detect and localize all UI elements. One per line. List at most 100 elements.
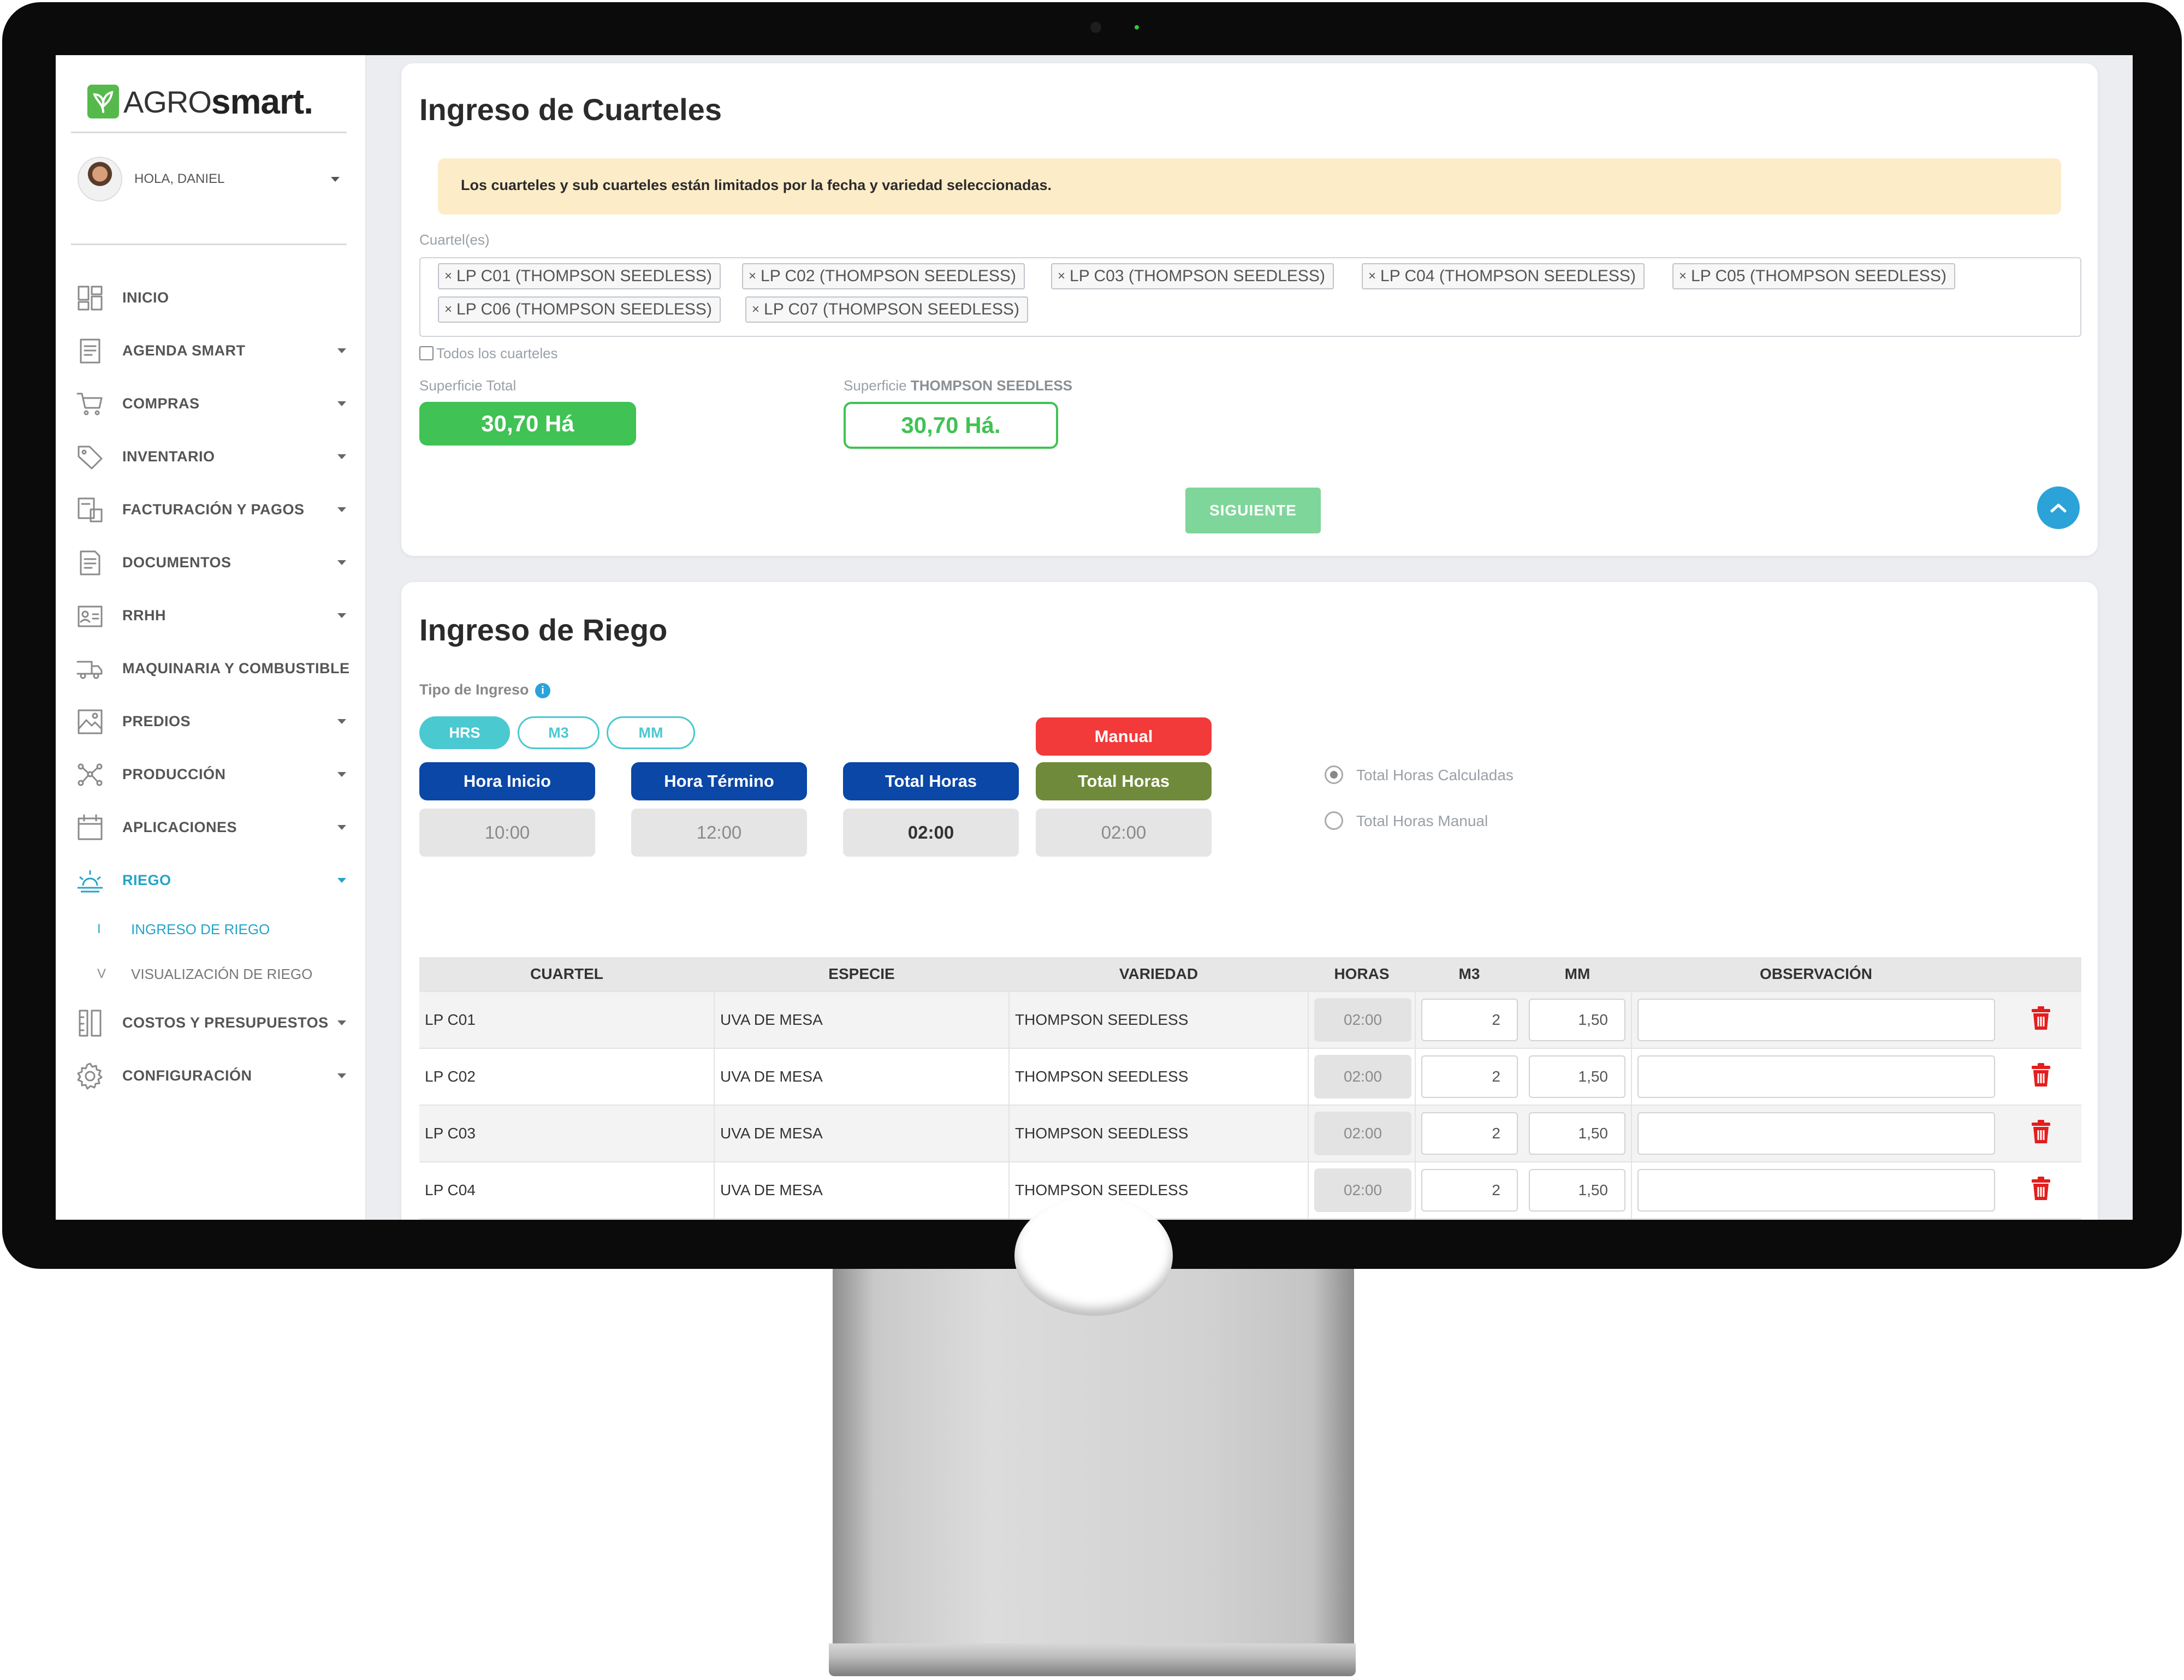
- sidebar-item-compras[interactable]: COMPRAS: [71, 377, 355, 430]
- cell-m3-wrap: 2: [1415, 1105, 1523, 1162]
- m3-input[interactable]: 2: [1421, 1169, 1518, 1212]
- sidebar-item-label: APLICACIONES: [122, 819, 238, 835]
- close-icon[interactable]: ×: [444, 269, 452, 284]
- logo-text-smart: smart.: [211, 82, 313, 121]
- cuartel-tag[interactable]: × LP C02 (THOMPSON SEEDLESS): [742, 263, 1025, 289]
- agrosmart-logo[interactable]: AGRO smart.: [87, 77, 313, 126]
- sidebar-item-facturacion-y-pagos[interactable]: FACTURACIÓN Y PAGOS: [71, 483, 355, 536]
- radio-horas-manual-label: Total Horas Manual: [1356, 812, 1488, 829]
- superficie-variedad-label: Superficie THOMPSON SEEDLESS: [844, 377, 1072, 394]
- cuarteles-title: Ingreso de Cuarteles: [419, 92, 722, 127]
- hora-inicio-input[interactable]: 10:00: [419, 809, 595, 857]
- cell-m3-wrap: 2: [1415, 1218, 1523, 1220]
- info-alert: Los cuarteles y sub cuarteles están limi…: [438, 158, 2061, 215]
- siguiente-button[interactable]: SIGUIENTE: [1185, 488, 1321, 533]
- tipo-m3-button[interactable]: M3: [518, 716, 600, 749]
- tipo-mm-button[interactable]: MM: [607, 716, 695, 749]
- chevron-down-icon: [337, 348, 346, 353]
- cuartel-tag[interactable]: × LP C07 (THOMPSON SEEDLESS): [745, 296, 1028, 323]
- submenu-item-1[interactable]: V VISUALIZACIÓN DE RIEGO: [71, 952, 355, 996]
- close-icon[interactable]: ×: [444, 302, 452, 317]
- trash-icon: [2032, 1062, 2050, 1087]
- table-row: LP C04 UVA DE MESA THOMPSON SEEDLESS 02:00 2…: [419, 1161, 2081, 1219]
- cuartel-tag[interactable]: × LP C05 (THOMPSON SEEDLESS): [1672, 263, 1955, 289]
- mm-input[interactable]: 1,50: [1529, 1112, 1625, 1155]
- divider: [71, 244, 347, 245]
- sidebar-item-produccion[interactable]: PRODUCCIÓN: [71, 748, 355, 801]
- submenu-label: VISUALIZACIÓN DE RIEGO: [131, 965, 313, 982]
- delete-row-button[interactable]: [2030, 1062, 2052, 1091]
- cell-horas: 02:00: [1314, 1112, 1411, 1155]
- table-row: LP C03 UVA DE MESA THOMPSON SEEDLESS 02:00 2…: [419, 1105, 2081, 1162]
- radio-horas-calculadas[interactable]: [1325, 765, 1343, 784]
- cell-variedad: THOMPSON SEEDLESS: [1008, 1105, 1308, 1162]
- close-icon[interactable]: ×: [752, 302, 759, 317]
- observacion-input[interactable]: [1637, 999, 1995, 1041]
- mm-input[interactable]: 1,50: [1529, 999, 1625, 1041]
- cell-especie: UVA DE MESA: [714, 1218, 1009, 1220]
- sidebar-item-label: COSTOS Y PRESUPUESTOS: [122, 1014, 329, 1031]
- delete-row-button[interactable]: [2030, 1006, 2052, 1034]
- submenu-label: INGRESO DE RIEGO: [131, 921, 270, 937]
- sidebar-item-riego[interactable]: RIEGO: [71, 854, 355, 907]
- riego-table: CUARTEL ESPECIE VARIEDAD HORAS M3 MM OBS…: [419, 957, 2081, 1220]
- sidebar: AGRO smart. HOLA, DANIEL INICIO AGENDA SMA…: [56, 55, 366, 1220]
- todos-cuarteles-label: Todos los cuarteles: [436, 345, 558, 361]
- delete-row-button[interactable]: [2030, 1176, 2052, 1204]
- total-horas-manual-label: Total Horas: [1036, 762, 1212, 800]
- info-icon[interactable]: i: [535, 682, 551, 698]
- hora-termino-input[interactable]: 12:00: [631, 809, 807, 857]
- cuartel-tag[interactable]: × LP C03 (THOMPSON SEEDLESS): [1051, 263, 1334, 289]
- cell-especie: UVA DE MESA: [714, 1105, 1009, 1162]
- collapse-button[interactable]: [2037, 486, 2080, 529]
- todos-cuarteles-checkbox[interactable]: [419, 346, 434, 360]
- sidebar-item-aplicaciones[interactable]: APLICACIONES: [71, 801, 355, 854]
- chevron-down-icon: [337, 825, 346, 830]
- m3-input[interactable]: 2: [1421, 1112, 1518, 1155]
- radio-horas-manual[interactable]: [1325, 811, 1343, 830]
- observacion-input[interactable]: [1637, 1169, 1995, 1212]
- mm-input[interactable]: 1,50: [1529, 1169, 1625, 1212]
- observacion-input[interactable]: [1637, 1055, 1995, 1098]
- manual-button[interactable]: Manual: [1036, 717, 1212, 756]
- m3-input[interactable]: 2: [1421, 999, 1518, 1041]
- cuartel-tag[interactable]: × LP C01 (THOMPSON SEEDLESS): [438, 263, 721, 289]
- chevron-down-icon: [337, 878, 346, 883]
- observacion-input[interactable]: [1637, 1112, 1995, 1155]
- cuartel-tag[interactable]: × LP C06 (THOMPSON SEEDLESS): [438, 296, 721, 323]
- sidebar-item-predios[interactable]: PREDIOS: [71, 695, 355, 748]
- m3-input[interactable]: 2: [1421, 1055, 1518, 1098]
- sidebar-item-configuracion[interactable]: CONFIGURACIÓN: [71, 1049, 355, 1102]
- cell-mm-wrap: 1,50: [1523, 1048, 1631, 1105]
- sidebar-item-inventario[interactable]: INVENTARIO: [71, 430, 355, 483]
- sidebar-item-inicio[interactable]: INICIO: [71, 271, 355, 324]
- chevron-down-icon: [337, 454, 346, 459]
- submenu-item-0[interactable]: I INGRESO DE RIEGO: [71, 907, 355, 952]
- sidebar-item-costos-y-presupuestos[interactable]: COSTOS Y PRESUPUESTOS: [71, 996, 355, 1049]
- close-icon[interactable]: ×: [749, 269, 756, 284]
- sidebar-item-documentos[interactable]: DOCUMENTOS: [71, 536, 355, 589]
- total-horas-manual-input[interactable]: 02:00: [1036, 809, 1212, 857]
- mm-input[interactable]: 1,50: [1529, 1055, 1625, 1098]
- sidebar-item-maquinaria-y-combustible[interactable]: MAQUINARIA Y COMBUSTIBLE: [71, 642, 355, 695]
- user-menu[interactable]: HOLA, DANIEL: [78, 155, 340, 204]
- close-icon[interactable]: ×: [1679, 269, 1687, 284]
- table-row: LP C02 UVA DE MESA THOMPSON SEEDLESS 02:00 2…: [419, 1048, 2081, 1105]
- chevron-down-icon: [337, 507, 346, 512]
- chevron-down-icon: [337, 1020, 346, 1025]
- cell-especie: UVA DE MESA: [714, 1048, 1009, 1105]
- sidebar-item-agenda-smart[interactable]: AGENDA SMART: [71, 324, 355, 377]
- radio-horas-calculadas-label: Total Horas Calculadas: [1356, 767, 1514, 783]
- alert-text: Los cuarteles y sub cuarteles están limi…: [461, 177, 1052, 193]
- delete-row-button[interactable]: [2030, 1119, 2052, 1148]
- cell-mm-wrap: 1,50: [1523, 1105, 1631, 1162]
- close-icon[interactable]: ×: [1368, 269, 1376, 284]
- tipo-hrs-button[interactable]: HRS: [419, 716, 510, 749]
- close-icon[interactable]: ×: [1058, 269, 1065, 284]
- sidebar-item-rrhh[interactable]: RRHH: [71, 589, 355, 642]
- cell-obs-wrap: [1631, 1105, 2001, 1162]
- cuartel-tag-label: LP C01 (THOMPSON SEEDLESS): [456, 267, 712, 285]
- cuarteles-multiselect[interactable]: × LP C01 (THOMPSON SEEDLESS) × LP C02 (THOM…: [419, 257, 2081, 337]
- col-m3: M3: [1415, 957, 1523, 992]
- cuartel-tag[interactable]: × LP C04 (THOMPSON SEEDLESS): [1362, 263, 1645, 289]
